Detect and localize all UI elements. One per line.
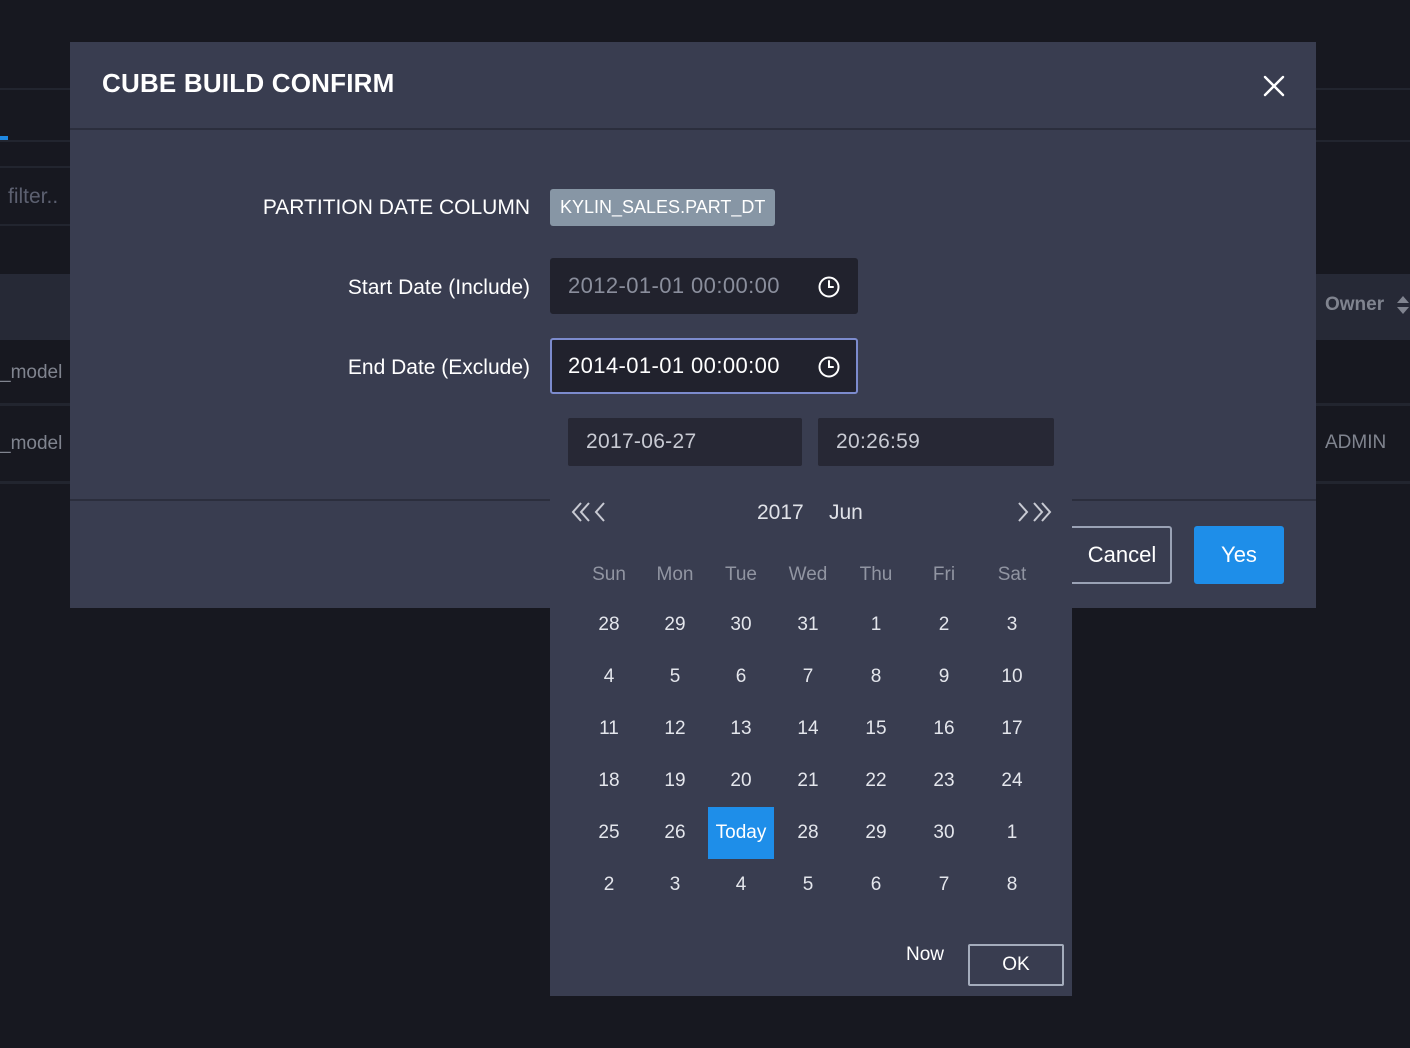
calendar-day[interactable]: 25 [576,807,642,859]
calendar-day[interactable]: 18 [576,755,642,807]
calendar-day[interactable]: 19 [642,755,708,807]
end-date-value: 2014-01-01 00:00:00 [568,353,780,378]
calendar-day[interactable]: 28 [576,599,642,651]
start-date-value: 2012-01-01 00:00:00 [568,273,780,298]
calendar-day[interactable]: 2 [911,599,977,651]
dialog-header-divider [70,128,1316,130]
calendar-day[interactable]: 31 [775,599,841,651]
weekday-label: Thu [859,564,893,585]
start-date-input[interactable]: 2012-01-01 00:00:00 [550,258,858,314]
calendar-day[interactable]: 13 [708,703,774,755]
partition-column-tag: KYLIN_SALES.PART_DT [550,189,776,226]
calendar-day-today[interactable]: Today [708,807,774,859]
table-row-owner: ADMIN [1325,432,1387,453]
filter-input[interactable]: filter.. [8,185,58,209]
calendar-day[interactable]: 12 [642,703,708,755]
partition-date-label: PARTITION DATE COLUMN [262,196,530,219]
calendar-day[interactable]: 29 [642,599,708,651]
calendar-day[interactable]: 7 [775,651,841,703]
calendar-day[interactable]: 3 [979,599,1045,651]
calendar-day[interactable]: 20 [708,755,774,807]
now-button[interactable]: Now [905,944,945,966]
calendar-day[interactable]: 4 [576,651,642,703]
calendar-day[interactable]: 1 [979,807,1045,859]
calendar-day[interactable]: 2 [576,859,642,911]
calendar-day[interactable]: 30 [708,599,774,651]
weekday-label: Tue [724,564,758,585]
calendar-day[interactable]: 30 [911,807,977,859]
calendar-day[interactable]: 8 [979,859,1045,911]
end-date-input[interactable]: 2014-01-01 00:00:00 [550,338,858,394]
calendar-day[interactable]: 26 [642,807,708,859]
column-header-owner[interactable]: Owner [1325,294,1384,316]
calendar-day[interactable]: 3 [642,859,708,911]
app-root: filter.. Owner _model _model ADMIN CUBE … [0,0,1410,1048]
calendar-day[interactable]: 4 [708,859,774,911]
table-row-name[interactable]: _model [0,362,62,384]
calendar-day[interactable]: 6 [843,859,909,911]
calendar-day[interactable]: 15 [843,703,909,755]
calendar-day[interactable]: 8 [843,651,909,703]
dialog-title: CUBE BUILD CONFIRM [102,68,395,98]
sort-icon[interactable] [1396,294,1410,316]
calendar-day[interactable]: 24 [979,755,1045,807]
table-row-name[interactable]: _model [0,433,62,455]
calendar-day[interactable]: 11 [576,703,642,755]
clock-icon [818,356,840,378]
calendar-day[interactable]: 6 [708,651,774,703]
calendar-day[interactable]: 23 [911,755,977,807]
clock-icon [818,276,840,298]
calendar-year[interactable]: 2017 [757,501,804,525]
calendar-day[interactable]: 14 [775,703,841,755]
prev-year-icon[interactable] [570,500,608,524]
date-picker-panel: 2017 Jun Sun Mon Tue Wed Thu Fri Sat 28 2… [550,484,1072,996]
calendar-day[interactable]: 29 [843,807,909,859]
calendar-day[interactable]: 17 [979,703,1045,755]
weekday-label: Wed [788,564,828,585]
ok-button[interactable]: OK [968,944,1064,986]
calendar-month[interactable]: Jun [829,501,863,525]
calendar-day[interactable]: 21 [775,755,841,807]
close-icon[interactable] [1260,72,1288,100]
picker-time-input[interactable]: 20:26:59 [818,418,1054,466]
calendar-day[interactable]: 10 [979,651,1045,703]
weekday-label: Mon [656,564,694,585]
calendar-day[interactable]: 7 [911,859,977,911]
bg-divider [0,224,70,226]
calendar-day[interactable]: 9 [911,651,977,703]
next-year-icon[interactable] [1015,500,1053,524]
calendar-day[interactable]: 1 [843,599,909,651]
calendar-day[interactable]: 5 [642,651,708,703]
end-date-label: End Date (Exclude) [347,356,530,379]
calendar-day[interactable]: 5 [775,859,841,911]
calendar-day[interactable]: 28 [775,807,841,859]
calendar-day[interactable]: 22 [843,755,909,807]
weekday-label: Fri [932,564,956,585]
picker-date-input[interactable]: 2017-06-27 [568,418,802,466]
calendar-day[interactable]: 16 [911,703,977,755]
start-date-label: Start Date (Include) [347,276,530,299]
bg-divider [0,166,70,168]
weekday-label: Sun [592,564,626,585]
yes-button[interactable]: Yes [1194,526,1284,584]
weekday-label: Sat [997,564,1027,585]
